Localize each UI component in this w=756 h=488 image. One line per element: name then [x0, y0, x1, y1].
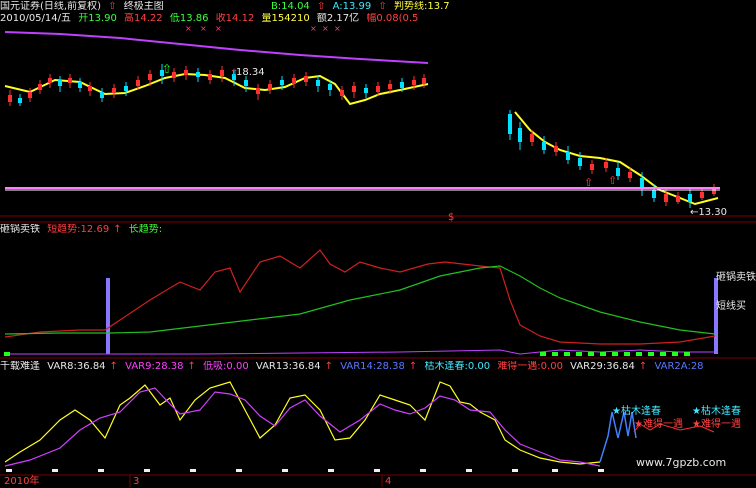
watermark: www.7gpzb.com [636, 456, 727, 469]
panel2-right-label-2: 短线买 [716, 301, 746, 312]
candles-right: ⇧ ⇧ [508, 110, 716, 208]
var9-line [4, 387, 601, 467]
panel2-header: 砸锅卖铁 短趋势:12.69 ↑ 长趋势: [0, 224, 166, 236]
signal-spring-1: ★枯木逢春 [612, 406, 661, 417]
var13-value: VAR13:36.84 [255, 361, 321, 372]
axis-year-label: 2010年 [4, 476, 40, 487]
panel3-header: 千载难逢 VAR8:36.84 ↑ VAR9:28.38 ↑ 低吸:0.00 VAR… [0, 361, 708, 373]
cross-markers: × × × × × × [185, 24, 341, 33]
var8-line [4, 381, 601, 465]
var29-value: VAR29:36.84 [570, 361, 635, 372]
panel2-right-label-1: 砸锅卖铁 [716, 272, 756, 283]
short-trend-line [4, 249, 716, 345]
candles-left: ⇧ ⇧ [8, 62, 426, 106]
var9-value: VAR9:28.38 [125, 361, 184, 372]
long-trend-line [4, 31, 429, 64]
svg-text:×: × [334, 24, 341, 33]
svg-text:×: × [310, 24, 317, 33]
panel2-bar-right [714, 278, 718, 354]
panel3-name[interactable]: 千载难逢 [0, 361, 40, 372]
svg-text:×: × [200, 24, 207, 33]
low-price-label: ←13.30 [690, 207, 728, 218]
signal-rare-2: ★难得一遇 [692, 419, 741, 430]
svg-text:×: × [185, 24, 192, 33]
short-trend-value: 短趋势:12.69 [47, 224, 110, 235]
peak-price-label: 18.34 [236, 67, 265, 78]
signal-rare-1: ★难得一遇 [634, 419, 683, 430]
var13-up-icon: ↑ [324, 361, 333, 372]
svg-text:⇧: ⇧ [608, 174, 617, 187]
var2a-value: VAR2A:28 [654, 361, 704, 372]
panel2-mag-line [5, 349, 715, 355]
rare-value: 难得一遇:0.00 [497, 361, 563, 372]
var14-value: VAR14:28.38 [340, 361, 405, 372]
long-trend-line-panel2 [4, 265, 716, 335]
svg-text:⇧: ⇧ [162, 62, 172, 76]
panel2-name[interactable]: 砸锅卖铁 [0, 224, 40, 235]
axis-month-4: 4 [385, 476, 392, 487]
axis-month-3: 3 [133, 476, 140, 487]
low-suck-value: 低吸:0.00 [203, 361, 249, 372]
var9-up-icon: ↑ [187, 361, 196, 372]
panel3-white-dashes [6, 469, 604, 472]
svg-text:×: × [215, 24, 222, 33]
svg-text:×: × [322, 24, 329, 33]
signal-blue-line [599, 411, 637, 463]
signal-spring-2: ★枯木逢春 [692, 406, 741, 417]
low-marker: $ [448, 212, 455, 223]
long-trend-value: 长趋势: [128, 224, 163, 235]
short-trend-up-icon: ↑ [113, 224, 122, 235]
var8-value: VAR8:36.84 [47, 361, 106, 372]
var29-up-icon: ↑ [638, 361, 648, 372]
spring-value: 枯木逢春:0.00 [424, 361, 491, 372]
var14-up-icon: ↑ [408, 361, 418, 372]
panel2-bar-left [106, 278, 110, 354]
var8-up-icon: ↑ [109, 361, 118, 372]
